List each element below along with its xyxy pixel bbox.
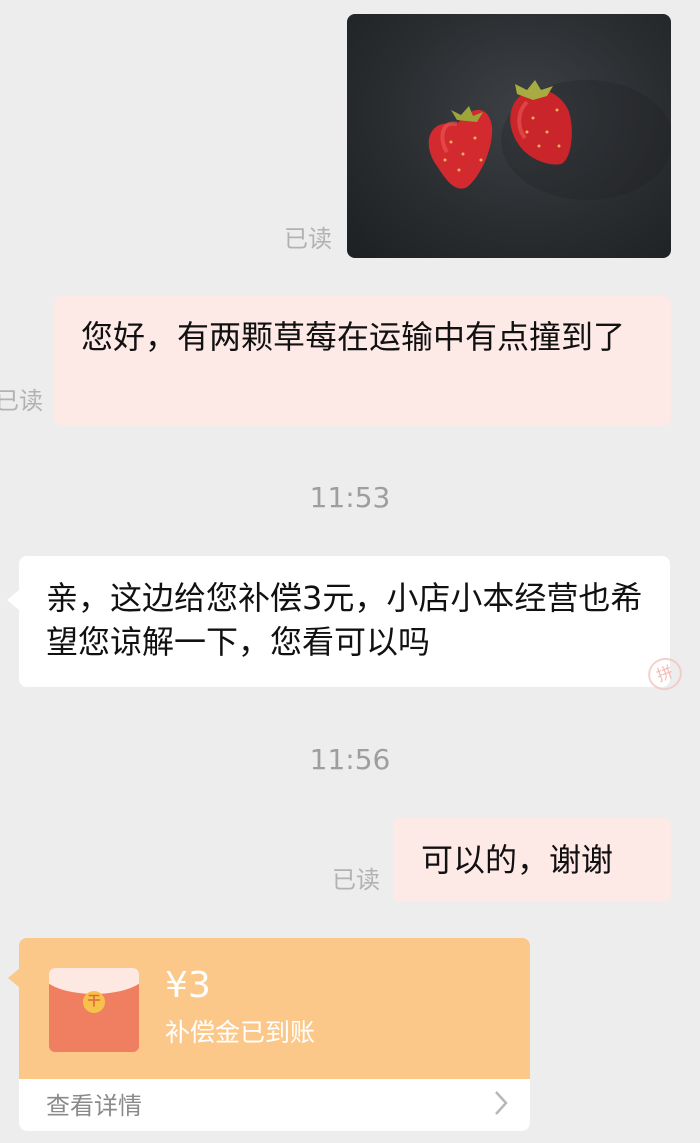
strawberry-photo[interactable] — [347, 14, 671, 258]
message-text: 您好，有两颗草莓在运输中有点撞到了 — [81, 318, 626, 356]
red-packet-status: 补偿金已到账 — [165, 1018, 316, 1047]
chevron-right-icon — [495, 1091, 508, 1115]
read-status: 已读 — [284, 225, 332, 253]
message-text: 可以的，谢谢 — [421, 841, 614, 879]
view-details-link[interactable]: 查看详情 — [46, 1094, 142, 1118]
read-status: 已读 — [332, 866, 380, 894]
bubble-tail — [7, 590, 19, 610]
message-text: 亲，这边给您补偿3元，小店小本经营也希望您谅解一下，您看可以吗 — [46, 579, 643, 661]
timestamp: 11:56 — [309, 743, 391, 776]
message-bubble-incoming[interactable]: 亲，这边给您补偿3元，小店小本经营也希望您谅解一下，您看可以吗 — [19, 556, 670, 687]
read-status: 已读 — [0, 387, 43, 415]
envelope-seal: 干 — [83, 991, 105, 1013]
message-bubble-outgoing[interactable]: 可以的，谢谢 — [393, 818, 671, 902]
strawberry-photo-graphic — [428, 80, 671, 200]
red-packet-header: 干 ¥3 补偿金已到账 — [19, 938, 530, 1079]
red-packet-card[interactable]: 干 ¥3 补偿金已到账 查看详情 — [19, 938, 530, 1131]
red-envelope-icon: 干 — [49, 968, 139, 1052]
message-bubble-outgoing[interactable]: 您好，有两颗草莓在运输中有点撞到了 — [54, 296, 671, 426]
red-packet-amount: ¥3 — [165, 965, 211, 1006]
timestamp: 11:53 — [309, 481, 391, 514]
